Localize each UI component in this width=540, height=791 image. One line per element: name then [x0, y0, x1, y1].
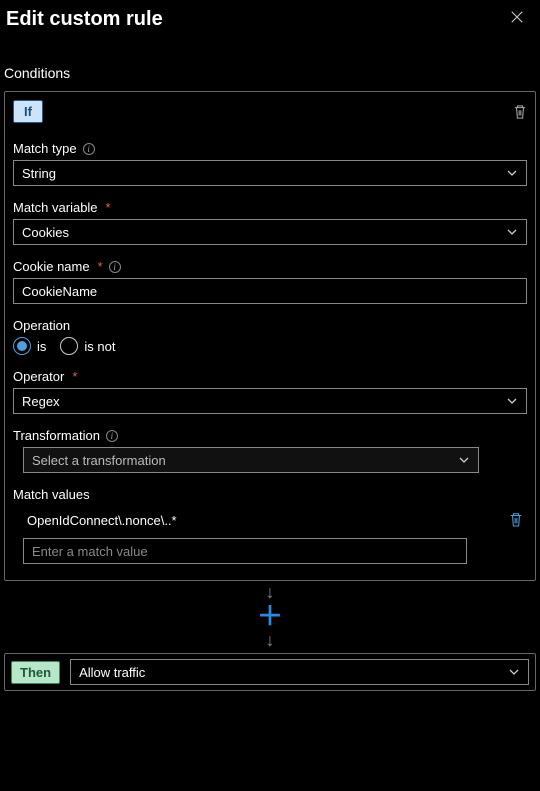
operator-select[interactable]: Regex: [13, 388, 527, 414]
chevron-down-icon: [508, 666, 520, 678]
info-icon[interactable]: i: [106, 430, 118, 442]
add-condition-button[interactable]: ＋: [257, 603, 283, 629]
info-icon[interactable]: i: [83, 143, 95, 155]
operator-value: Regex: [22, 394, 60, 409]
operation-label: Operation: [13, 318, 70, 333]
cookie-name-input-wrapper: [13, 278, 527, 304]
operation-is-not-label: is not: [84, 339, 115, 354]
arrow-down-icon: ↓: [266, 631, 275, 649]
cookie-name-input[interactable]: [22, 284, 518, 299]
delete-condition-button[interactable]: [513, 104, 527, 120]
match-value-input[interactable]: [32, 544, 458, 559]
required-marker: *: [98, 259, 103, 274]
required-marker: *: [106, 200, 111, 215]
match-value-input-wrapper: [23, 538, 467, 564]
match-variable-select[interactable]: Cookies: [13, 219, 527, 245]
close-button[interactable]: [504, 8, 530, 31]
transformation-placeholder: Select a transformation: [32, 453, 166, 468]
match-type-label: Match type: [13, 141, 77, 156]
chevron-down-icon: [506, 226, 518, 238]
match-type-value: String: [22, 166, 56, 181]
cookie-name-label: Cookie name: [13, 259, 90, 274]
match-values-label: Match values: [13, 487, 90, 502]
match-value-text: OpenIdConnect\.nonce\..*: [27, 513, 177, 528]
then-badge: Then: [11, 661, 60, 684]
conditions-heading: Conditions: [0, 35, 540, 87]
delete-match-value-button[interactable]: [509, 512, 523, 528]
if-badge: If: [13, 100, 43, 123]
arrow-down-icon: ↓: [266, 583, 275, 601]
match-variable-label: Match variable: [13, 200, 98, 215]
match-type-select[interactable]: String: [13, 160, 527, 186]
transformation-select[interactable]: Select a transformation: [23, 447, 479, 473]
match-variable-value: Cookies: [22, 225, 69, 240]
then-action-select[interactable]: Allow traffic: [70, 659, 529, 685]
then-action-value: Allow traffic: [79, 665, 145, 680]
operation-is-label: is: [37, 339, 46, 354]
transformation-label: Transformation: [13, 428, 100, 443]
operator-label: Operator: [13, 369, 64, 384]
info-icon[interactable]: i: [109, 261, 121, 273]
chevron-down-icon: [506, 167, 518, 179]
operation-is-not-radio[interactable]: is not: [60, 337, 115, 355]
chevron-down-icon: [506, 395, 518, 407]
then-container: Then Allow traffic: [4, 653, 536, 691]
operation-is-radio[interactable]: is: [13, 337, 46, 355]
required-marker: *: [72, 369, 77, 384]
page-title: Edit custom rule: [6, 8, 163, 31]
conditions-container: If Match type i String Match variable * …: [4, 91, 536, 581]
chevron-down-icon: [458, 454, 470, 466]
